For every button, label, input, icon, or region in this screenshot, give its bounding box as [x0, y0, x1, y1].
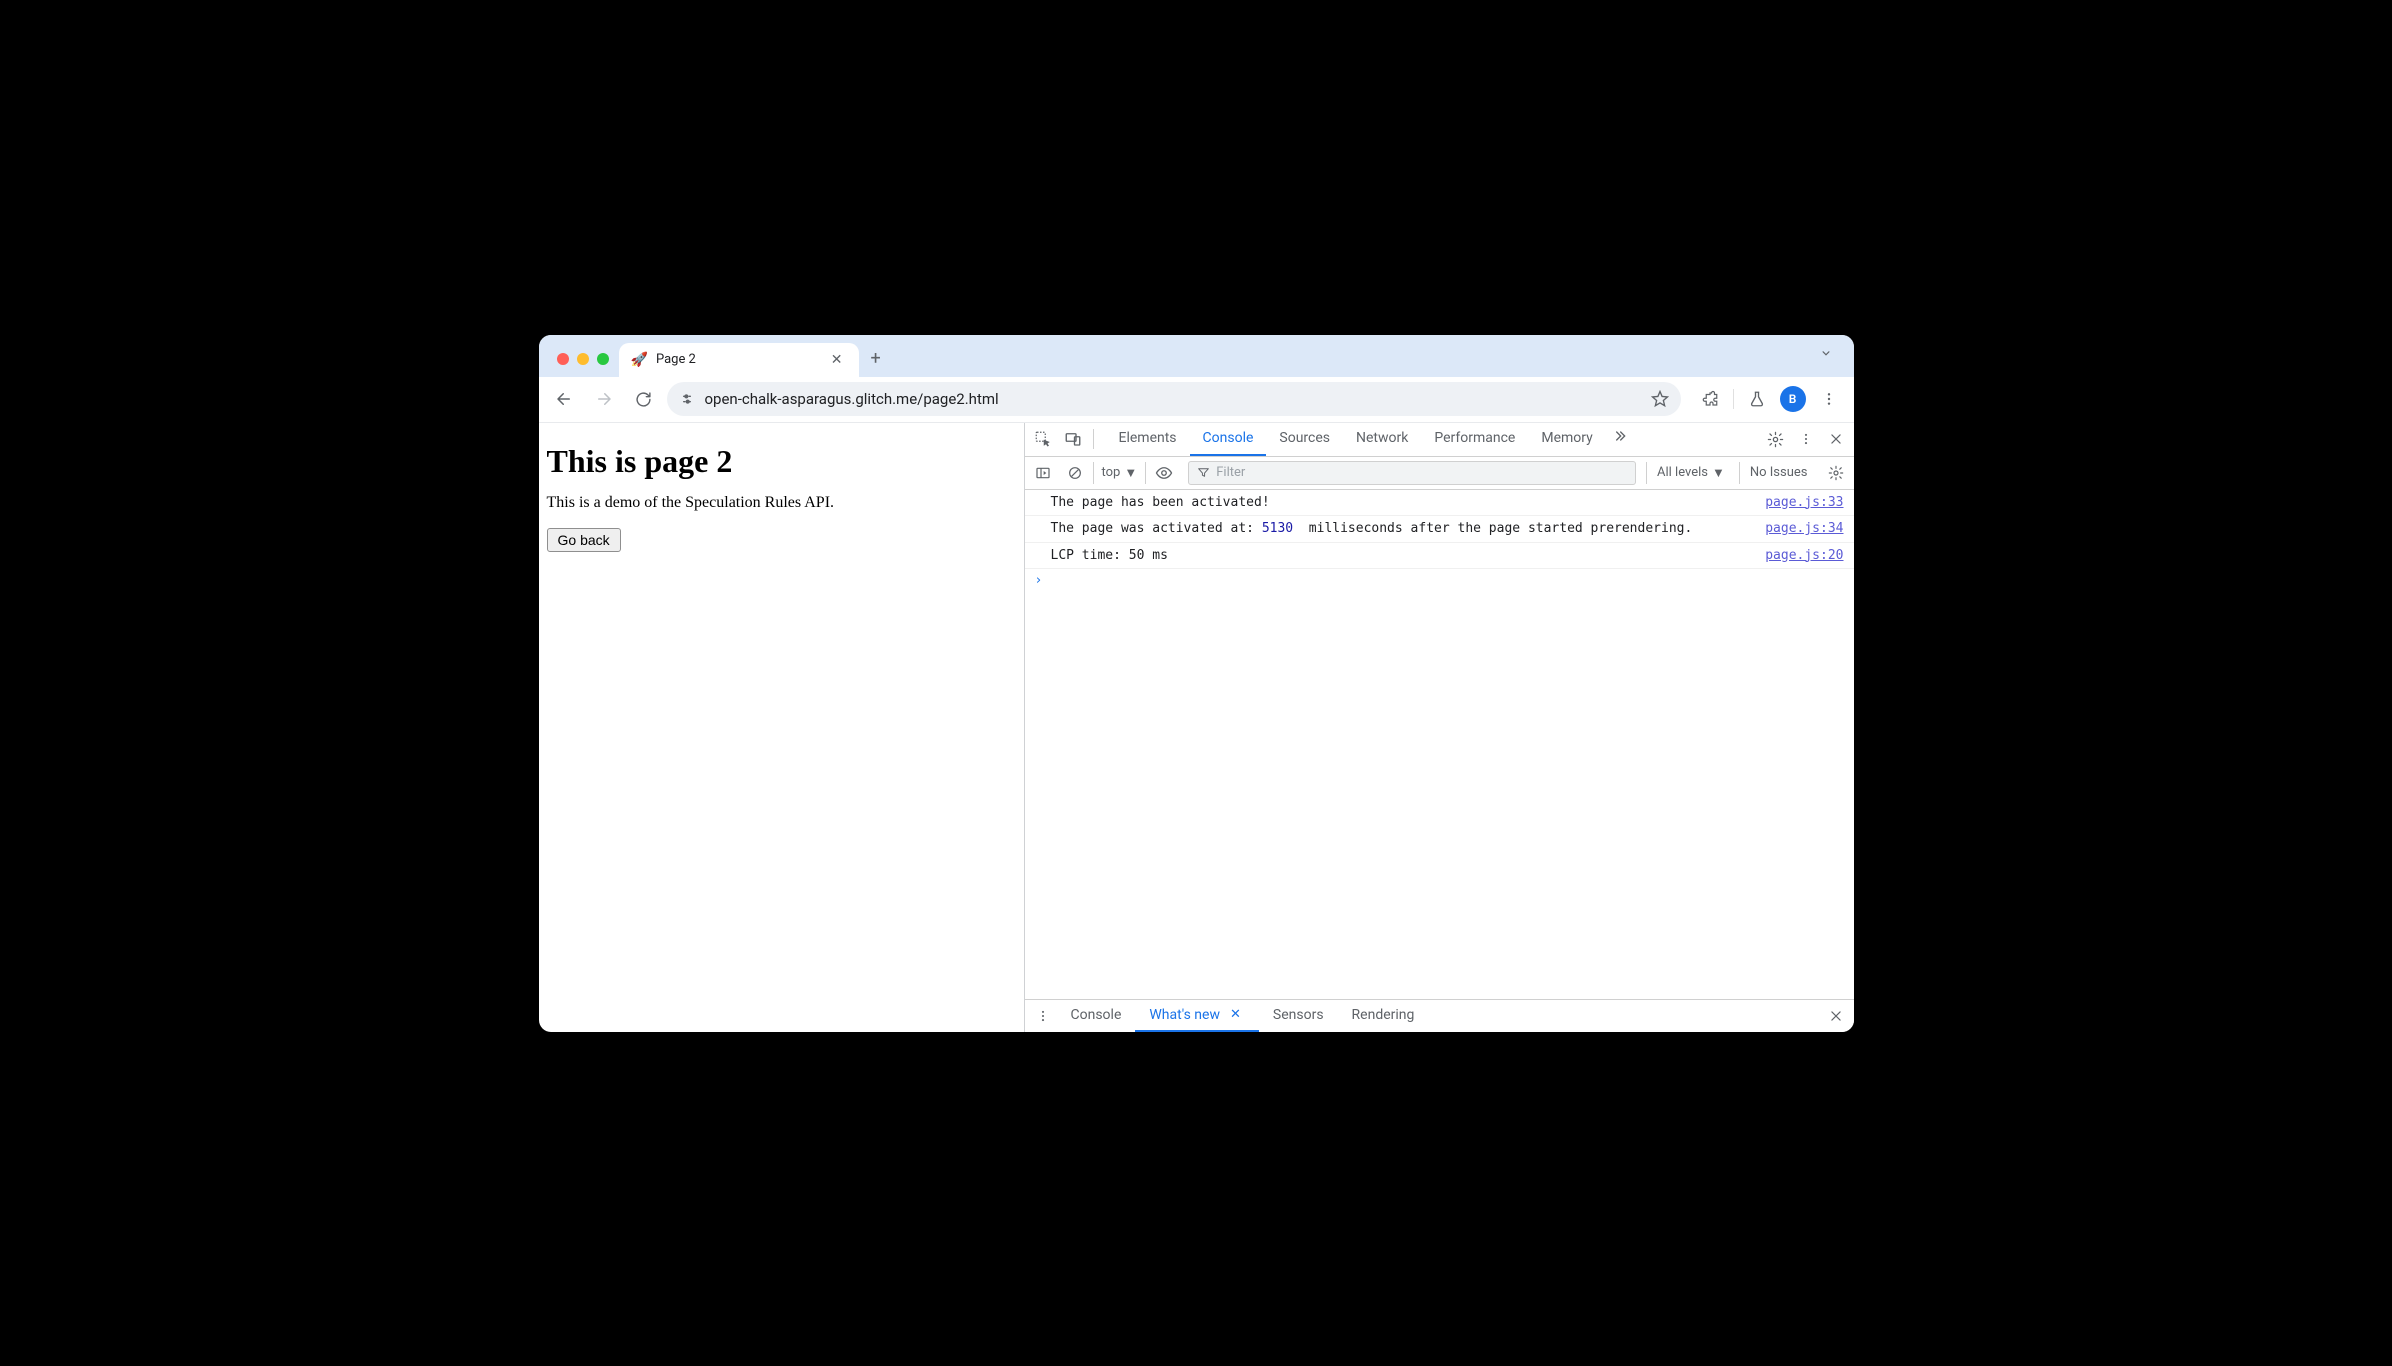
- tab-network[interactable]: Network: [1343, 422, 1421, 456]
- source-link[interactable]: page.js:20: [1755, 546, 1843, 566]
- gear-icon: [1767, 431, 1784, 448]
- tab-title: Page 2: [656, 352, 819, 367]
- clear-icon: [1067, 465, 1083, 481]
- labs-button[interactable]: [1740, 382, 1774, 416]
- devtools-drawer: Console What's new ✕ Sensors Rendering: [1025, 999, 1854, 1032]
- chevron-down-icon: [1819, 346, 1833, 360]
- devtools-panel: Elements Console Sources Network Perform…: [1025, 423, 1854, 1032]
- console-toolbar: top ▼ Filter All levels ▼ No Issues: [1025, 457, 1854, 490]
- drawer-tab-rendering[interactable]: Rendering: [1338, 999, 1429, 1032]
- devtools-tabbar: Elements Console Sources Network Perform…: [1025, 423, 1854, 457]
- levels-label: All levels: [1657, 465, 1708, 480]
- console-message: The page has been activated! page.js:33: [1025, 490, 1854, 517]
- console-message: The page was activated at: 5130 millisec…: [1025, 516, 1854, 543]
- toolbar-divider: [1733, 389, 1734, 409]
- kebab-icon: [1799, 432, 1813, 446]
- drawer-tab-console[interactable]: Console: [1057, 999, 1136, 1032]
- dropdown-arrow-icon: ▼: [1712, 465, 1725, 481]
- devtools-close-button[interactable]: [1822, 425, 1850, 453]
- clear-console-button[interactable]: [1061, 459, 1089, 487]
- kebab-icon: [1821, 391, 1837, 407]
- page-content: This is page 2 This is a demo of the Spe…: [539, 423, 1025, 1032]
- source-link[interactable]: page.js:34: [1755, 519, 1843, 539]
- drawer-menu-button[interactable]: [1029, 1002, 1057, 1030]
- source-link[interactable]: page.js:33: [1755, 493, 1843, 513]
- more-tabs-button[interactable]: [1606, 422, 1634, 450]
- new-tab-button[interactable]: +: [859, 340, 893, 377]
- page-heading: This is page 2: [547, 443, 1016, 480]
- back-button[interactable]: [547, 382, 581, 416]
- go-back-button[interactable]: Go back: [547, 528, 621, 552]
- tab-memory[interactable]: Memory: [1528, 422, 1605, 456]
- console-settings-button[interactable]: [1822, 459, 1850, 487]
- eye-icon: [1155, 464, 1173, 482]
- omnibox[interactable]: open-chalk-asparagus.glitch.me/page2.htm…: [667, 382, 1681, 416]
- tab-performance[interactable]: Performance: [1421, 422, 1528, 456]
- close-icon: [1829, 1009, 1843, 1023]
- drawer-close-button[interactable]: [1822, 1002, 1850, 1030]
- arrow-left-icon: [555, 390, 573, 408]
- close-icon: [1829, 432, 1843, 446]
- devtools-settings-button[interactable]: [1762, 425, 1790, 453]
- filter-placeholder: Filter: [1216, 465, 1245, 480]
- inspect-button[interactable]: [1029, 425, 1057, 453]
- content-area: This is page 2 This is a demo of the Spe…: [539, 423, 1854, 1032]
- inspect-icon: [1034, 430, 1052, 448]
- tab-elements[interactable]: Elements: [1106, 422, 1190, 456]
- device-icon: [1064, 430, 1082, 448]
- filter-input[interactable]: Filter: [1188, 461, 1636, 485]
- menu-button[interactable]: [1812, 382, 1846, 416]
- puzzle-icon: [1701, 390, 1719, 408]
- minimize-window-button[interactable]: [577, 353, 589, 365]
- toolbar: open-chalk-asparagus.glitch.me/page2.htm…: [539, 377, 1854, 423]
- context-selector[interactable]: top ▼: [1093, 462, 1147, 484]
- filter-icon: [1197, 466, 1210, 479]
- console-prompt[interactable]: ›: [1025, 569, 1854, 592]
- sidebar-toggle-button[interactable]: [1029, 459, 1057, 487]
- browser-tab[interactable]: 🚀 Page 2 ✕: [619, 343, 859, 377]
- tab-close-button[interactable]: ✕: [827, 350, 847, 370]
- tab-favicon: 🚀: [631, 352, 648, 368]
- dropdown-arrow-icon: ▼: [1124, 465, 1137, 481]
- url-text[interactable]: open-chalk-asparagus.glitch.me/page2.htm…: [705, 390, 1641, 408]
- kebab-icon: [1036, 1009, 1050, 1023]
- live-expression-button[interactable]: [1150, 459, 1178, 487]
- tab-sources[interactable]: Sources: [1266, 422, 1343, 456]
- profile-button[interactable]: B: [1776, 382, 1810, 416]
- drawer-tab-close-button[interactable]: ✕: [1226, 1007, 1245, 1022]
- device-toggle-button[interactable]: [1059, 425, 1087, 453]
- avatar: B: [1780, 386, 1806, 412]
- bookmark-star-icon[interactable]: [1651, 390, 1669, 408]
- console-output: The page has been activated! page.js:33 …: [1025, 490, 1854, 999]
- gear-icon: [1828, 465, 1844, 481]
- chevrons-right-icon: [1612, 428, 1628, 444]
- arrow-right-icon: [595, 390, 613, 408]
- site-settings-icon[interactable]: [679, 391, 695, 407]
- issues-label[interactable]: No Issues: [1739, 462, 1818, 484]
- extensions-button[interactable]: [1693, 382, 1727, 416]
- browser-window: 🚀 Page 2 ✕ + open-chalk-asparagus.glitch…: [539, 335, 1854, 1032]
- maximize-window-button[interactable]: [597, 353, 609, 365]
- console-message: LCP time: 50 ms page.js:20: [1025, 543, 1854, 570]
- context-label: top: [1102, 465, 1121, 480]
- reload-button[interactable]: [627, 382, 661, 416]
- reload-icon: [635, 391, 652, 408]
- drawer-tab-whatsnew[interactable]: What's new ✕: [1135, 999, 1259, 1032]
- drawer-tab-sensors[interactable]: Sensors: [1259, 999, 1338, 1032]
- sidebar-icon: [1035, 465, 1051, 481]
- tab-console[interactable]: Console: [1190, 422, 1267, 456]
- forward-button[interactable]: [587, 382, 621, 416]
- log-levels-selector[interactable]: All levels ▼: [1646, 462, 1735, 484]
- devtools-menu-button[interactable]: [1792, 425, 1820, 453]
- page-paragraph: This is a demo of the Speculation Rules …: [547, 494, 1016, 512]
- divider: [1093, 429, 1094, 449]
- traffic-lights: [547, 353, 619, 377]
- close-window-button[interactable]: [557, 353, 569, 365]
- tab-strip: 🚀 Page 2 ✕ +: [539, 335, 1854, 377]
- flask-icon: [1748, 390, 1766, 408]
- devtools-tabs: Elements Console Sources Network Perform…: [1106, 422, 1760, 456]
- tabs-dropdown-button[interactable]: [1812, 339, 1840, 367]
